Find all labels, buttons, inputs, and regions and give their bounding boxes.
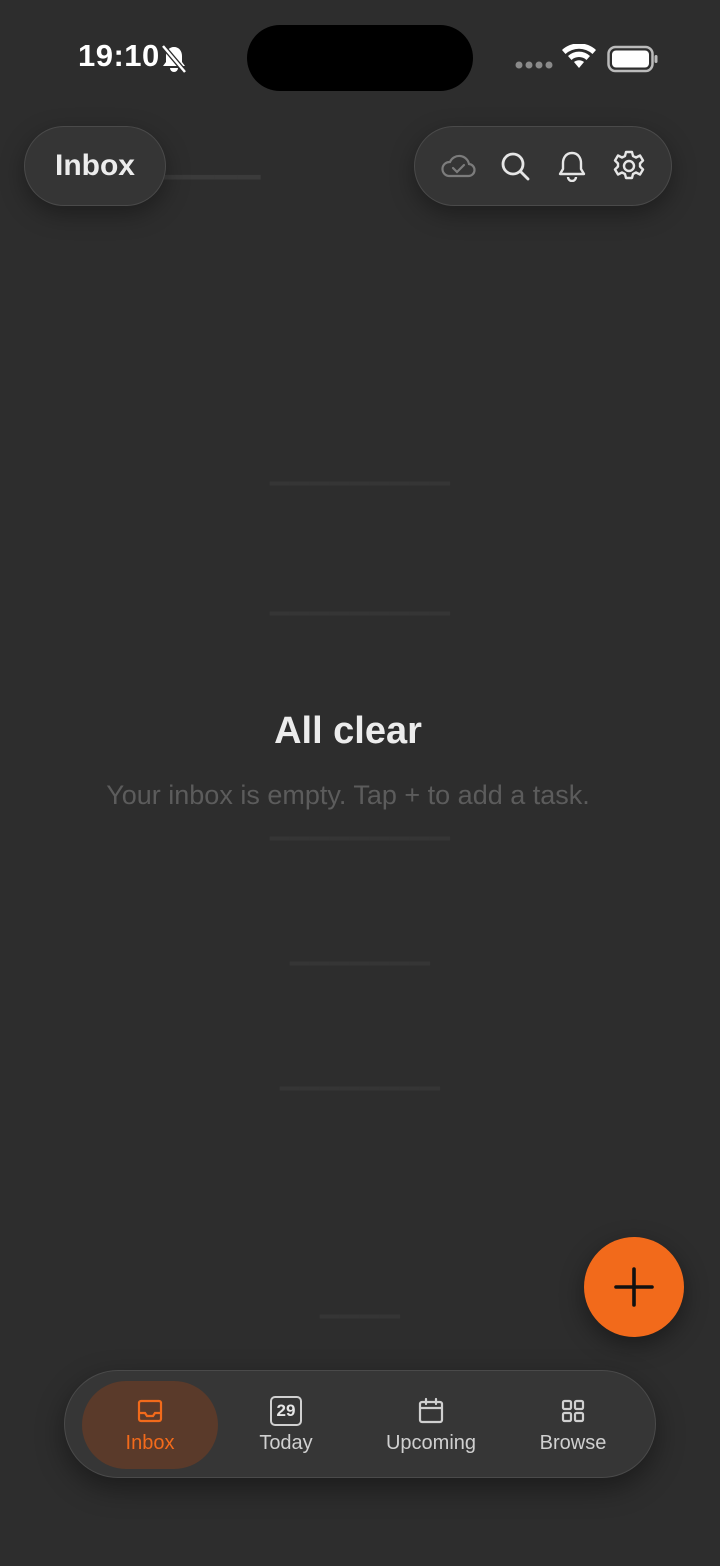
calendar-day-icon: 29 — [270, 1395, 302, 1426]
settings-button[interactable] — [607, 144, 651, 188]
empty-state-title: All clear — [274, 710, 422, 752]
status-bar: 19:10 — [0, 0, 720, 110]
cellular-signal-icon — [515, 61, 553, 69]
ghost-row: ▁▁▁▁▁▁▁▁ — [280, 1060, 440, 1090]
status-time: 19:10 — [78, 38, 160, 73]
tab-inbox[interactable]: Inbox — [82, 1381, 218, 1469]
bottom-tab-bar: Inbox 29 Today Upcoming Browse — [64, 1370, 656, 1478]
page-title: Inbox — [55, 149, 135, 182]
ghost-row: ▁▁▁▁▁▁▁ — [290, 935, 430, 965]
notifications-button[interactable] — [550, 144, 594, 188]
settings-icon — [613, 150, 644, 180]
cloud-sync-icon — [440, 154, 476, 178]
search-icon — [501, 152, 529, 181]
inbox-tray-icon — [137, 1399, 163, 1422]
add-task-button[interactable] — [584, 1237, 684, 1337]
battery-icon — [607, 45, 658, 73]
grid-icon — [561, 1399, 585, 1422]
tab-label: Inbox — [125, 1431, 175, 1454]
header-actions — [414, 126, 672, 206]
bell-slash-icon — [161, 44, 187, 74]
notifications-icon — [558, 151, 585, 182]
wifi-icon — [562, 44, 596, 68]
ghost-row: ▁▁▁▁▁▁▁▁▁ — [270, 455, 450, 485]
ghost-row: ▁▁▁▁▁▁▁▁▁ — [270, 585, 450, 615]
tab-browse[interactable]: Browse — [505, 1381, 641, 1469]
tab-label: Today — [259, 1431, 313, 1454]
page-title-pill: Inbox — [24, 126, 166, 206]
inbox-screen: 19:10 ▁▁▁▁▁ ▁▁▁▁▁▁▁▁▁ ▁▁▁▁▁▁▁▁▁ ▁▁▁▁▁▁▁▁… — [0, 0, 720, 1566]
tab-today[interactable]: 29 Today — [218, 1381, 354, 1469]
ghost-row: ▁▁▁▁▁▁▁▁▁ — [270, 810, 450, 840]
search-button[interactable] — [493, 144, 537, 188]
tab-label: Upcoming — [385, 1431, 477, 1454]
tab-label: Browse — [539, 1431, 607, 1454]
plus-icon — [614, 1267, 654, 1307]
tab-upcoming[interactable]: Upcoming — [362, 1381, 500, 1469]
dynamic-island — [247, 25, 473, 91]
empty-state-subtitle: Your inbox is empty. Tap + to add a task… — [106, 780, 590, 810]
cloud-sync-button[interactable] — [436, 144, 480, 188]
calendar-icon — [418, 1397, 444, 1423]
